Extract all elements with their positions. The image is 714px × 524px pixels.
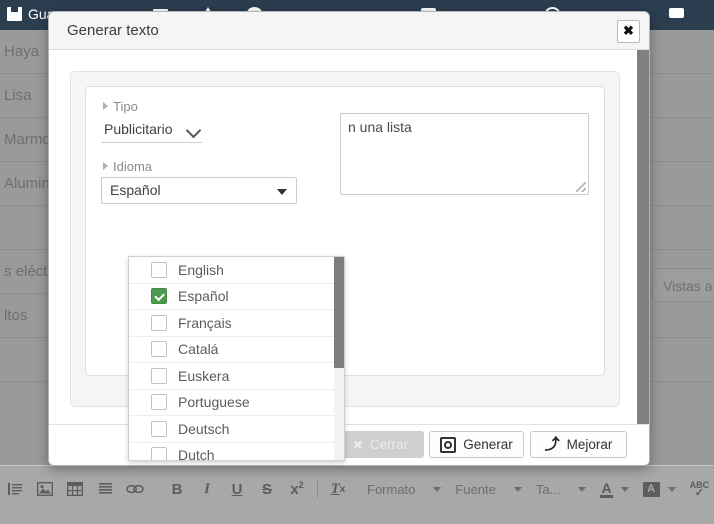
generar-button-label: Generar	[463, 437, 513, 452]
prompt-textarea-value: n una lista	[348, 119, 412, 135]
spell-check-icon: ABC ✓	[689, 479, 710, 499]
tipo-selected-value: Publicitario	[104, 121, 173, 137]
list-item-label: Euskera	[178, 367, 230, 384]
generar-texto-modal: Generar texto ✖ Tipo Publicitario Idioma	[48, 11, 650, 466]
list-item[interactable]: Portuguese	[129, 390, 344, 416]
chevron-down-icon	[578, 486, 587, 492]
justify-icon[interactable]	[90, 475, 120, 503]
save-icon[interactable]	[4, 5, 24, 23]
prompt-textarea[interactable]: n una lista	[340, 113, 589, 195]
list-item-label: Español	[178, 288, 229, 305]
size-dropdown-label: Ta...	[535, 481, 561, 497]
generar-button[interactable]: Generar	[429, 431, 524, 458]
background-color-button[interactable]: A	[642, 481, 676, 497]
modal-body: Tipo Publicitario Idioma Español n una l…	[49, 50, 649, 461]
rich-text-editor-toolbar: B I U S x2 Tx Formato Fuente Ta... A A A…	[0, 465, 714, 524]
chevron-down-icon	[667, 486, 676, 492]
modal-title: Generar texto	[67, 22, 159, 39]
resize-grip-icon[interactable]	[576, 182, 586, 192]
window-icon[interactable]	[666, 5, 686, 23]
idioma-select[interactable]: Español	[101, 177, 297, 204]
list-item[interactable]: Dutch	[129, 443, 344, 461]
text-color-icon: A	[600, 479, 613, 498]
list-item[interactable]: Euskera	[129, 363, 344, 390]
list-item-label: English	[178, 261, 224, 278]
idioma-label: Idioma	[103, 159, 152, 174]
source-icon[interactable]	[0, 475, 30, 503]
toolbar-divider	[317, 480, 318, 498]
remove-format-icon[interactable]: Tx	[323, 475, 353, 503]
caret-right-icon	[103, 162, 108, 170]
list-item[interactable]: Français	[129, 310, 344, 337]
size-dropdown[interactable]: Ta...	[536, 482, 587, 497]
chevron-down-icon	[513, 486, 522, 492]
chevron-down-icon	[185, 122, 202, 139]
dropdown-scrollbar[interactable]	[334, 257, 344, 460]
close-icon[interactable]: ✖	[617, 20, 640, 43]
mejorar-button[interactable]: ⤴ Mejorar	[530, 431, 627, 458]
bold-button[interactable]: B	[162, 475, 192, 503]
spell-check-button[interactable]: ABC ✓	[689, 479, 714, 499]
checkbox-icon[interactable]	[151, 394, 167, 411]
tipo-label: Tipo	[103, 99, 138, 114]
magic-wand-icon: ⤴	[544, 435, 560, 453]
tipo-select[interactable]: Publicitario	[101, 119, 202, 143]
idioma-label-text: Idioma	[113, 159, 153, 174]
checkbox-icon[interactable]	[151, 314, 167, 331]
superscript-button[interactable]: x2	[282, 475, 312, 503]
list-item[interactable]: Español	[129, 284, 344, 310]
italic-button[interactable]: I	[192, 475, 222, 503]
chevron-down-icon	[277, 189, 287, 195]
tipo-label-text: Tipo	[113, 99, 138, 114]
checkbox-icon[interactable]	[151, 420, 167, 437]
modal-scrollbar[interactable]	[637, 50, 649, 425]
format-dropdown-label: Formato	[367, 481, 416, 497]
list-item[interactable]: Deutsch	[129, 416, 344, 443]
strikethrough-button[interactable]: S	[252, 475, 282, 503]
font-dropdown-label: Fuente	[455, 481, 496, 497]
gear-icon	[440, 436, 457, 453]
dropdown-scrollbar-thumb[interactable]	[334, 257, 344, 368]
vistas-button[interactable]: Vistas a	[652, 268, 714, 302]
idioma-selected-value: Español	[110, 182, 161, 198]
table-icon[interactable]	[60, 475, 90, 503]
font-dropdown[interactable]: Fuente	[455, 481, 522, 497]
mejorar-button-label: Mejorar	[566, 437, 613, 452]
chevron-down-icon	[433, 486, 442, 492]
list-item-label: Catalá	[178, 341, 219, 358]
checkbox-icon[interactable]	[151, 447, 167, 460]
close-x-icon: ✖	[352, 437, 363, 452]
list-item-label: Portuguese	[178, 394, 250, 411]
checkbox-icon[interactable]	[151, 261, 167, 278]
underline-button[interactable]: U	[222, 475, 252, 503]
list-item[interactable]: Catalá	[129, 337, 344, 363]
list-item-label: Français	[178, 314, 232, 331]
idioma-dropdown-list[interactable]: English Español Français Catalá Euskera …	[128, 256, 345, 461]
list-item-label: Deutsch	[178, 420, 230, 437]
cerrar-button[interactable]: ✖ Cerrar	[337, 431, 424, 458]
list-item-label: Dutch	[178, 447, 215, 461]
format-dropdown[interactable]: Formato	[367, 481, 442, 497]
image-icon[interactable]	[30, 475, 60, 503]
modal-scrollbar-thumb[interactable]	[637, 50, 649, 425]
text-color-button[interactable]: A	[600, 479, 629, 498]
checkbox-checked-icon[interactable]	[151, 288, 167, 305]
link-icon[interactable]	[120, 475, 150, 503]
background-color-icon: A	[642, 481, 660, 497]
checkbox-icon[interactable]	[151, 367, 167, 384]
checkbox-icon[interactable]	[151, 341, 167, 358]
list-item[interactable]: English	[129, 257, 344, 284]
chevron-down-icon	[620, 486, 629, 492]
cerrar-button-label: Cerrar	[369, 437, 409, 452]
modal-header: Generar texto ✖	[49, 12, 649, 50]
caret-right-icon	[103, 102, 108, 110]
